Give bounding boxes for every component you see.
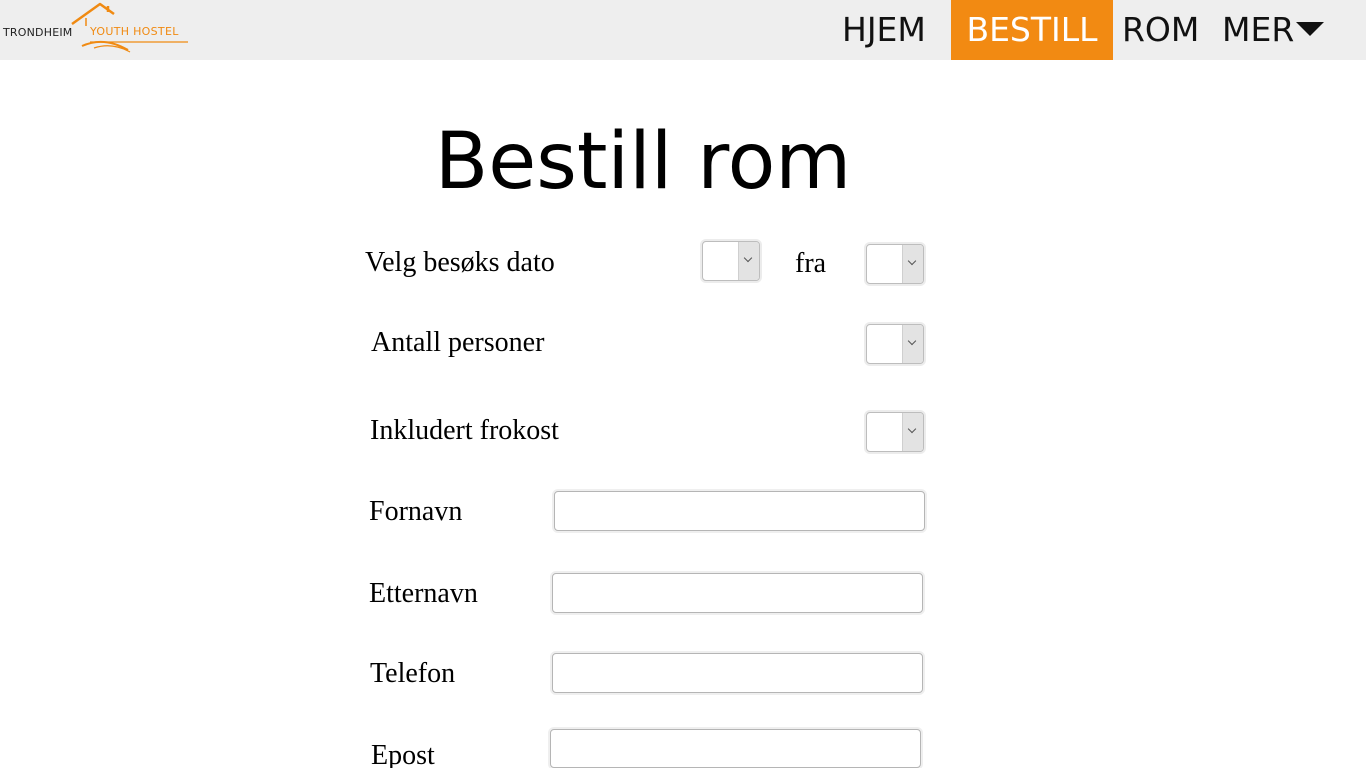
nav-item-mer[interactable]: MER xyxy=(1222,0,1325,60)
site-logo[interactable]: TRONDHEIM YOUTH HOSTEL xyxy=(2,0,202,56)
from-date-select[interactable] xyxy=(866,244,924,284)
email-field[interactable] xyxy=(550,729,921,768)
logo-text-city: TRONDHEIM xyxy=(3,26,73,39)
phone-field[interactable] xyxy=(552,653,923,693)
phone-label: Telefon xyxy=(370,658,456,689)
breakfast-label: Inkludert frokost xyxy=(370,415,559,446)
logo-text-hostel: YOUTH HOSTEL xyxy=(90,25,179,38)
first-name-label: Fornavn xyxy=(369,496,463,527)
chevron-down-icon xyxy=(902,325,923,363)
from-label: fra xyxy=(795,248,827,279)
nav-item-bestill[interactable]: BESTILL xyxy=(951,0,1113,60)
chevron-down-icon xyxy=(902,413,923,451)
email-label: Epost xyxy=(371,740,435,768)
nav-item-rom[interactable]: ROM xyxy=(1122,0,1199,60)
last-name-label: Etternavn xyxy=(369,578,478,609)
visit-date-label: Velg besøks dato xyxy=(365,247,555,278)
nav-item-hjem[interactable]: HJEM xyxy=(842,0,926,60)
caret-down-icon xyxy=(1296,21,1325,36)
top-navigation-bar: TRONDHEIM YOUTH HOSTEL HJEM BESTILL ROM … xyxy=(0,0,1366,60)
breakfast-select[interactable] xyxy=(866,412,924,452)
first-name-field[interactable] xyxy=(554,491,925,531)
last-name-field[interactable] xyxy=(552,573,923,613)
persons-label: Antall personer xyxy=(371,327,545,358)
persons-select[interactable] xyxy=(866,324,924,364)
nav-item-mer-label: MER xyxy=(1222,10,1295,49)
visit-date-select[interactable] xyxy=(702,241,760,281)
chevron-down-icon xyxy=(738,242,759,280)
page-title: Bestill rom xyxy=(434,117,852,207)
chevron-down-icon xyxy=(902,245,923,283)
